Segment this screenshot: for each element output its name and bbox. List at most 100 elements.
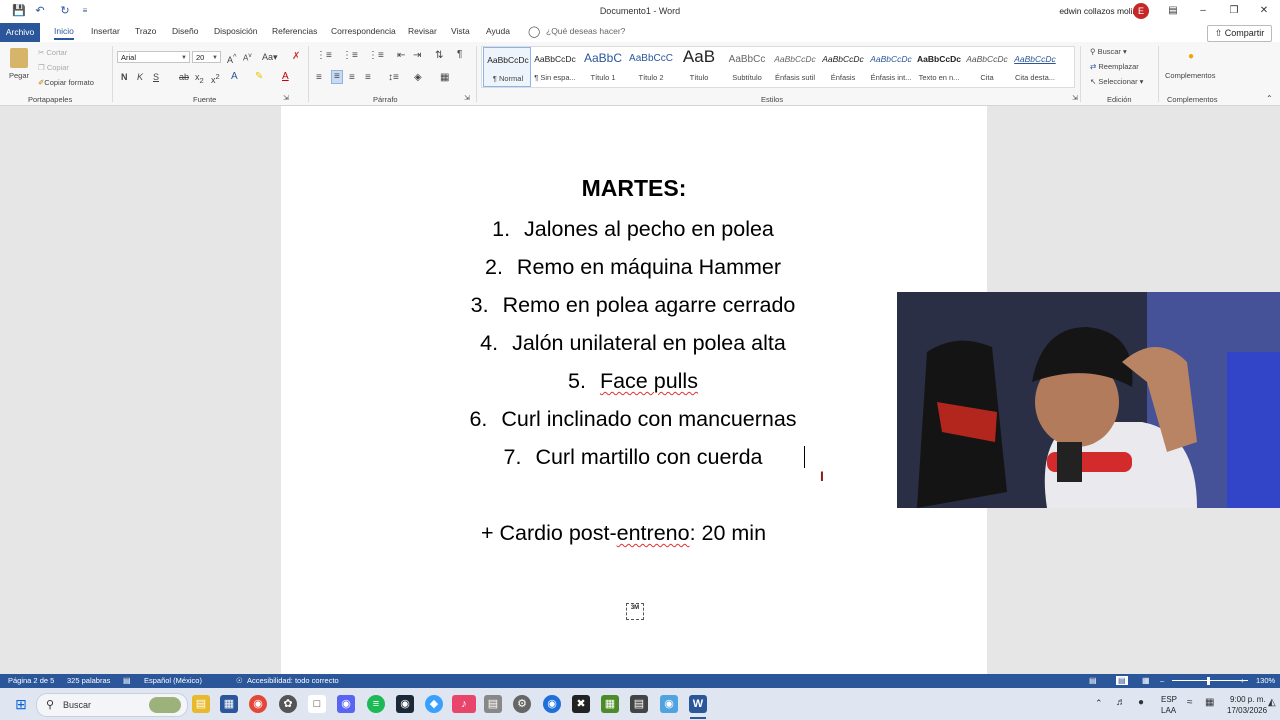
print-layout-icon[interactable]: ▤ (1116, 676, 1128, 685)
embedded-object-icon[interactable]: 3M (626, 603, 644, 620)
style-no-spacing[interactable]: AaBbCcDc ¶ Sin espa... (531, 47, 579, 87)
tab-layout[interactable]: Disposición (214, 26, 257, 36)
word-icon[interactable]: W (689, 695, 707, 713)
addins-button[interactable]: Complementos (1165, 71, 1215, 80)
align-center-icon[interactable]: ≡ (331, 70, 343, 84)
maximize-icon[interactable]: ❐ (1225, 3, 1243, 19)
style-normal[interactable]: AaBbCcDc ¶ Normal (483, 47, 531, 87)
word-count[interactable]: 325 palabras (67, 676, 110, 685)
grow-font-icon[interactable]: A^ (227, 52, 237, 65)
tiktok-icon[interactable]: ♪ (452, 695, 476, 713)
volume-icon[interactable]: ♬ (1116, 697, 1126, 708)
windows-start-icon[interactable]: ⊞ (12, 695, 30, 713)
store-icon[interactable]: ▦ (220, 695, 238, 713)
wifi-icon[interactable]: ≈ (1187, 697, 1193, 708)
pilcrow-icon[interactable]: ¶ (457, 49, 462, 61)
tab-draw[interactable]: Trazo (135, 26, 156, 36)
style-quote[interactable]: AaBbCcDc Cita (963, 47, 1011, 87)
copy-button[interactable]: ❐ Copiar (38, 63, 69, 72)
font-dialog-icon[interactable]: ⇲ (283, 94, 289, 102)
zoom-slider[interactable] (1172, 680, 1248, 681)
app-icon[interactable]: ◆ (425, 695, 443, 713)
style-intense-quote[interactable]: AaBbCcDc Cita desta... (1011, 47, 1059, 87)
minecraft-icon[interactable]: ▦ (601, 695, 619, 713)
style-subtitle[interactable]: AaBbCc Subtítulo (723, 47, 771, 87)
text-effects-icon[interactable]: A (231, 71, 238, 82)
settings-icon[interactable]: ⚙ (513, 695, 531, 713)
tab-home[interactable]: Inicio (54, 26, 74, 40)
page-count[interactable]: Página 2 de 5 (8, 676, 54, 685)
style-title[interactable]: AaB Título (675, 47, 723, 87)
bold-icon[interactable]: N (121, 72, 128, 82)
avatar[interactable]: E (1133, 3, 1149, 19)
tab-view[interactable]: Vista (451, 26, 470, 36)
find-button[interactable]: ⚲ Buscar ▾ (1090, 47, 1127, 56)
read-mode-icon[interactable]: ▤ (1089, 676, 1097, 685)
underline-icon[interactable]: S (153, 72, 159, 82)
sort-icon[interactable]: ⇅ (435, 50, 443, 62)
format-painter-button[interactable]: ✐Copiar formato (38, 78, 94, 87)
font-color-icon[interactable]: A (282, 71, 289, 82)
app-icon[interactable]: ◉ (660, 695, 678, 713)
zoom-level[interactable]: 130% (1256, 676, 1275, 685)
borders-icon[interactable]: ▦ (440, 72, 449, 84)
style-emphasis[interactable]: AaBbCcDc Énfasis (819, 47, 867, 87)
multilevel-list-icon[interactable]: ⋮≡ (368, 50, 384, 62)
italic-icon[interactable]: K (137, 72, 143, 82)
shrink-font-icon[interactable]: Av (243, 52, 252, 63)
align-left-icon[interactable]: ≡ (316, 72, 322, 84)
file-explorer-icon[interactable]: ▤ (192, 695, 210, 713)
line-spacing-icon[interactable]: ↕≡ (388, 72, 399, 84)
decrease-indent-icon[interactable]: ⇤ (397, 50, 405, 62)
app-icon[interactable]: ▤ (484, 695, 502, 713)
close-icon[interactable]: ✕ (1255, 3, 1273, 19)
tray-chevron-icon[interactable]: ⌃ (1095, 698, 1103, 709)
style-subtle-emphasis[interactable]: AaBbCcDc Énfasis sutil (771, 47, 819, 87)
collapse-ribbon-icon[interactable]: ⌃ (1266, 94, 1273, 103)
web-layout-icon[interactable]: ▦ (1142, 676, 1150, 685)
paste-icon[interactable] (10, 48, 28, 68)
tab-insert[interactable]: Insertar (91, 26, 120, 36)
bullets-icon[interactable]: ⋮≡ (316, 50, 332, 62)
paste-button[interactable]: Pegar (9, 71, 29, 80)
tab-references[interactable]: Referencias (272, 26, 317, 36)
align-right-icon[interactable]: ≡ (349, 72, 355, 84)
select-button[interactable]: ↖ Seleccionar ▾ (1090, 77, 1143, 86)
chrome-icon[interactable]: ◉ (249, 695, 267, 713)
microphone-icon[interactable]: ● (1138, 697, 1144, 708)
style-heading-1[interactable]: AaBbC Título 1 (579, 47, 627, 87)
capcut-icon[interactable]: ✖ (572, 695, 590, 713)
clock-date[interactable]: 17/03/2026 (1227, 706, 1267, 715)
proofing-icon[interactable]: ▤ (123, 676, 131, 685)
shading-icon[interactable]: ◈ (414, 72, 422, 84)
clock-time[interactable]: 9:00 p. m. (1230, 695, 1266, 704)
highlight-icon[interactable]: ✎ (255, 71, 263, 82)
change-case-icon[interactable]: Aa▾ (262, 52, 278, 63)
app-icon[interactable]: ✿ (279, 695, 297, 713)
zoom-in-icon[interactable]: + (1240, 676, 1244, 685)
subscript-icon[interactable]: x2 (195, 72, 204, 85)
keyboard-layout[interactable]: LAA (1161, 706, 1176, 715)
strikethrough-icon[interactable]: ab (179, 72, 189, 82)
notifications-icon[interactable]: ◭ (1268, 697, 1276, 708)
language-code[interactable]: ESP (1161, 695, 1177, 704)
font-name-select[interactable]: Arial ▼ (117, 51, 190, 63)
tab-mailings[interactable]: Correspondencia (331, 26, 396, 36)
minimize-icon[interactable]: – (1194, 3, 1212, 19)
increase-indent-icon[interactable]: ⇥ (413, 50, 421, 62)
style-heading-2[interactable]: AaBbCcC Título 2 (627, 47, 675, 87)
tell-me-input[interactable]: ¿Qué deseas hacer? (546, 26, 625, 36)
battery-icon[interactable]: ▦ (1205, 697, 1214, 708)
ribbon-display-icon[interactable]: ▤ (1164, 3, 1182, 19)
document-icon[interactable]: □ (308, 695, 326, 713)
tab-review[interactable]: Revisar (408, 26, 437, 36)
numbering-icon[interactable]: ⋮≡ (342, 50, 358, 62)
steam-icon[interactable]: ◉ (396, 695, 414, 713)
superscript-icon[interactable]: x2 (211, 72, 220, 85)
taskbar-search-input[interactable]: ⚲ Buscar (36, 693, 188, 717)
paragraph-dialog-icon[interactable]: ⇲ (464, 94, 470, 102)
tab-file[interactable]: Archivo (0, 23, 40, 42)
user-name[interactable]: edwin collazos molina (1059, 6, 1142, 16)
justify-icon[interactable]: ≡ (365, 72, 371, 84)
document-page[interactable]: MARTES: 1. Jalones al pecho en polea 2. Re… (281, 106, 987, 674)
